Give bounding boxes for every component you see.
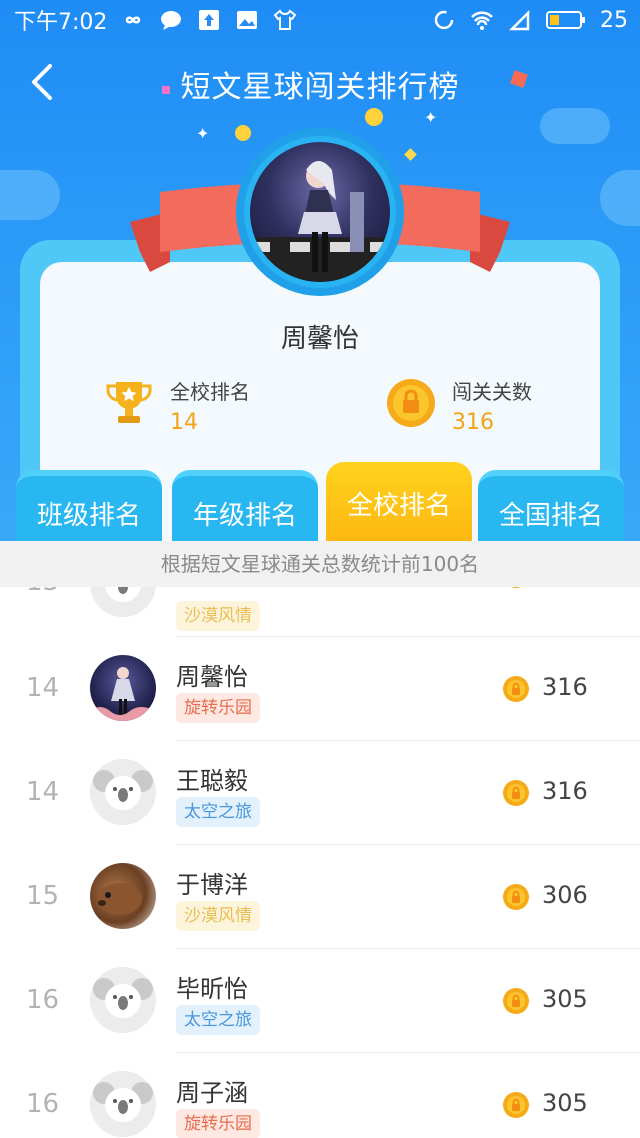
lock-coin-icon [503,780,529,806]
cloud-decoration [600,170,640,226]
score: 305 [542,985,588,1013]
photo-avatar-icon [90,667,156,721]
signal-icon [508,9,530,31]
user-name: 周馨怡 [176,663,248,691]
tab-national-rank[interactable]: 全国排名 [478,470,624,541]
list-item[interactable]: 14 周馨怡 旋转乐园 316 [0,637,640,741]
list-item[interactable]: 16 周子涵 旋转乐园 305 [0,1053,640,1138]
level-tag: 太空之旅 [176,797,260,827]
user-name: 毕昕怡 [176,975,248,1003]
levels-passed-value: 316 [452,410,494,435]
list-item[interactable]: 14 王聪毅 太空之旅 316 [0,741,640,845]
page-title: 短文星球闯关排行榜 [180,70,460,105]
ranking-list[interactable]: 13 沙漠风情 319 14 周馨怡 旋转乐园 316 14 王聪毅 太空之旅 … [0,587,640,1138]
avatar [90,655,156,721]
school-rank-label: 全校排名 [170,380,250,404]
avatar [90,1071,156,1137]
tab-grade-rank[interactable]: 年级排名 [172,470,318,541]
chat-icon [161,11,182,30]
image-icon [237,11,258,29]
profile-avatar[interactable] [250,142,390,282]
level-tag: 沙漠风情 [176,901,260,931]
level-tag: 沙漠风情 [176,601,260,631]
profile-avatar-frame [236,128,404,296]
avatar-figure-icon [250,161,390,282]
levels-passed-stat: 闯关关数 316 [386,378,532,438]
level-tag: 太空之旅 [176,1005,260,1035]
koala-avatar-icon [93,1082,153,1122]
lock-coin-icon [503,884,529,910]
rank-number: 15 [26,881,60,911]
status-time: 下午7:02 [14,10,108,35]
user-name: 周子涵 [176,1079,248,1107]
lock-coin-icon [503,988,529,1014]
shirt-icon [274,9,297,30]
infinity-icon [126,16,141,24]
battery-icon [546,11,585,29]
upload-icon [199,10,220,30]
levels-passed-label: 闯关关数 [452,380,532,404]
leaderboard-header: ✦ ✦ 下午7:02 25 短文星球闯关排行榜 周馨怡 全校排名 14 闯关关数… [0,0,640,541]
user-name: 周馨怡 [280,324,359,354]
school-rank-value: 14 [170,410,198,435]
score: 316 [542,673,588,701]
list-item[interactable]: 15 于博洋 沙漠风情 306 [0,845,640,949]
koala-avatar-icon [93,770,153,810]
list-item[interactable]: 16 毕昕怡 太空之旅 305 [0,949,640,1053]
list-item[interactable]: 13 沙漠风情 319 [0,587,640,637]
confetti-decoration [404,148,417,161]
cloud-decoration [540,108,610,144]
lock-coin-icon [503,676,529,702]
tab-school-rank[interactable]: 全校排名 [326,462,472,541]
ranking-tabs: 班级排名 年级排名 全校排名 全国排名 [0,462,640,541]
lock-coin-icon [503,1092,529,1118]
coin-decoration [235,125,251,141]
score: 316 [542,777,588,805]
battery-level: 25 [600,7,628,33]
lock-coin-icon [511,587,521,588]
tab-class-rank[interactable]: 班级排名 [16,470,162,541]
sync-icon [434,10,454,30]
ranking-description: 根据短文星球通关总数统计前100名 [0,541,640,587]
koala-avatar-icon [93,978,153,1018]
trophy-icon [106,382,152,423]
rank-number: 16 [26,1089,60,1119]
lock-coin-icon [387,379,435,427]
score: 306 [542,881,588,909]
pet-avatar-icon [98,883,142,915]
user-name: 于博洋 [176,871,248,899]
avatar [90,759,156,825]
wifi-icon [471,11,493,30]
rank-number: 14 [26,673,60,703]
user-name: 王聪毅 [176,767,248,795]
level-tag: 旋转乐园 [176,693,260,723]
koala-avatar-icon [105,587,141,602]
school-rank-stat: 全校排名 14 [104,378,250,438]
level-tag: 旋转乐园 [176,1109,260,1138]
rank-number: 14 [26,777,60,807]
sparkle-icon: ✦ [196,124,210,143]
cloud-decoration [0,170,60,220]
avatar [90,587,156,617]
avatar [90,967,156,1033]
score: 305 [542,1089,588,1117]
avatar [90,863,156,929]
top-bar: 短文星球闯关排行榜 [0,52,640,112]
rank-number: 16 [26,985,60,1015]
status-bar: 下午7:02 25 [0,0,640,40]
rank-number: 13 [26,587,66,597]
